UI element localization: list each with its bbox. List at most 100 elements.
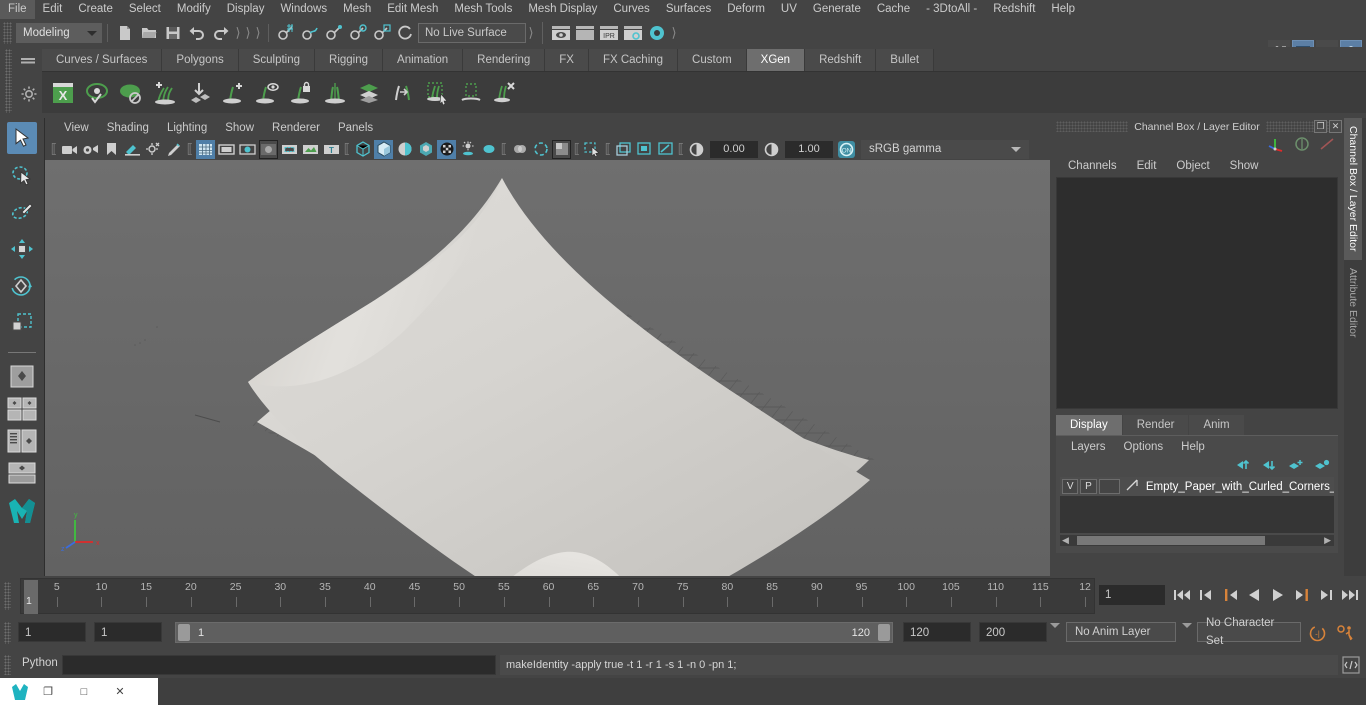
close-window-button[interactable]: ✕ (102, 678, 138, 705)
channel-box-menu-channels[interactable]: Channels (1058, 160, 1127, 172)
auto-keyframe-toggle-icon[interactable]: -| (1308, 624, 1327, 646)
channel-box-menu-show[interactable]: Show (1220, 160, 1269, 172)
shelf-tab-curves-surfaces[interactable]: Curves / Surfaces (42, 49, 163, 71)
grid-toggle-icon[interactable] (196, 139, 215, 159)
render-view-icon[interactable] (550, 22, 572, 44)
viewport-3d-canvas[interactable]: persp y x z (45, 160, 1051, 576)
playback-end-time-field[interactable]: 120 (903, 622, 971, 642)
viewport-menu-show[interactable]: Show (216, 118, 263, 138)
grease-pencil-icon[interactable] (165, 140, 184, 159)
menu-windows[interactable]: Windows (272, 0, 335, 19)
xgen-delete-description-icon[interactable] (488, 75, 522, 111)
xgen-editor-icon[interactable]: X (46, 75, 80, 111)
character-set-dropdown-icon[interactable] (1182, 623, 1192, 640)
xgen-lock-guide-icon[interactable] (284, 75, 318, 111)
manipulator-axis-icon[interactable] (1268, 136, 1286, 155)
save-scene-icon[interactable] (162, 22, 184, 44)
camera-select-icon[interactable] (60, 140, 79, 159)
command-language-label[interactable]: Python (22, 657, 58, 669)
menu-create[interactable]: Create (70, 0, 121, 19)
xgen-groom-transfer-icon[interactable] (386, 75, 420, 111)
select-tool-icon[interactable] (7, 122, 37, 154)
range-start-handle[interactable] (178, 624, 190, 641)
play-forwards-button[interactable] (1268, 584, 1288, 606)
snap-to-grid-icon[interactable] (275, 22, 297, 44)
layer-row[interactable]: V P Empty_Paper_with_Curled_Corners_0 (1060, 477, 1334, 496)
camera-attributes-icon[interactable] (81, 140, 100, 159)
xgen-add-description-icon[interactable] (148, 75, 182, 111)
gate-mask-icon[interactable] (259, 139, 278, 159)
menu-file[interactable]: File (0, 0, 35, 19)
render-expand-icon[interactable]: ⟩ (669, 22, 679, 44)
isolate-select-icon[interactable] (583, 140, 602, 159)
shelf-tab-custom[interactable]: Custom (678, 49, 747, 71)
menu-set-selector[interactable]: Modeling (16, 23, 102, 43)
selection-mask-component-icon[interactable]: ⟩ (253, 22, 263, 44)
layer-editor-menu-options[interactable]: Options (1115, 441, 1173, 453)
snap-to-curve-icon[interactable] (299, 22, 321, 44)
menu-mesh-display[interactable]: Mesh Display (520, 0, 605, 19)
menu-select[interactable]: Select (121, 0, 169, 19)
script-editor-icon[interactable] (1342, 656, 1360, 674)
shelf-tab-animation[interactable]: Animation (383, 49, 464, 71)
range-end-handle[interactable] (878, 624, 890, 641)
xgen-layers-icon[interactable] (352, 75, 386, 111)
scroll-left-arrow-icon[interactable]: ◀ (1062, 535, 1069, 546)
xgen-mirror-guide-icon[interactable] (318, 75, 352, 111)
dock-grip-left[interactable] (1056, 121, 1129, 132)
snap-to-view-planes-icon[interactable] (371, 22, 393, 44)
viewport-menu-shading[interactable]: Shading (98, 118, 158, 138)
layer-editor-tab-render[interactable]: Render (1122, 415, 1189, 435)
go-to-start-button[interactable] (1172, 584, 1192, 606)
xray-joints-icon[interactable] (635, 140, 654, 159)
move-tool-icon[interactable] (7, 233, 37, 265)
new-scene-icon[interactable] (114, 22, 136, 44)
scroll-right-arrow-icon[interactable]: ▶ (1324, 535, 1331, 546)
toggle-visibility-icon[interactable] (1294, 136, 1310, 155)
current-frame-field[interactable]: 1 (1099, 585, 1165, 605)
hypershade-icon[interactable] (646, 22, 668, 44)
undo-icon[interactable] (186, 22, 208, 44)
viewport-menu-panels[interactable]: Panels (329, 118, 382, 138)
layer-list[interactable]: V P Empty_Paper_with_Curled_Corners_0 (1060, 477, 1334, 533)
wireframe-shading-icon[interactable] (353, 140, 372, 159)
menu-surfaces[interactable]: Surfaces (658, 0, 719, 19)
step-back-frame-button[interactable] (1220, 584, 1240, 606)
scale-tool-icon[interactable] (7, 307, 37, 339)
redo-icon[interactable] (210, 22, 232, 44)
two-d-pan-zoom-icon[interactable] (144, 140, 163, 159)
layer-list-horizontal-scrollbar[interactable]: ◀ ▶ (1060, 535, 1334, 546)
render-settings-icon[interactable] (622, 22, 644, 44)
channel-box-menu-object[interactable]: Object (1166, 160, 1219, 172)
color-space-dropdown-icon[interactable] (1003, 139, 1029, 159)
single-perspective-layout-icon[interactable] (7, 363, 37, 391)
undock-icon[interactable]: ❐ (1314, 120, 1327, 133)
menu-uv[interactable]: UV (773, 0, 805, 19)
film-gate-icon[interactable] (217, 140, 236, 159)
move-layer-down-icon[interactable] (1262, 459, 1278, 474)
film-gate-display-icon[interactable] (280, 140, 299, 159)
xray-active-components-icon[interactable] (656, 140, 675, 159)
animation-preferences-icon[interactable] (1336, 624, 1356, 646)
selection-mask-hierarchy-icon[interactable]: ⟩ (233, 22, 243, 44)
anti-alias-icon[interactable] (531, 140, 550, 159)
paint-select-tool-icon[interactable] (7, 196, 37, 228)
step-back-keyframe-button[interactable] (1196, 584, 1216, 606)
open-scene-icon[interactable] (138, 22, 160, 44)
menu-mesh-tools[interactable]: Mesh Tools (446, 0, 520, 19)
shelf-tab-menu-icon[interactable] (20, 54, 36, 66)
shelf-tab-redshift[interactable]: Redshift (805, 49, 877, 71)
shelf-tab-sculpting[interactable]: Sculpting (238, 49, 316, 71)
go-to-end-button[interactable] (1340, 584, 1360, 606)
make-live-icon[interactable] (395, 22, 417, 44)
red-slash-icon[interactable] (1318, 136, 1336, 155)
color-space-field[interactable]: sRGB gamma (861, 139, 1003, 159)
maya-taskbar-icon[interactable] (10, 681, 30, 702)
outliner-persp-layout-icon[interactable] (7, 427, 37, 455)
xgen-select-guide-icon[interactable] (250, 75, 284, 111)
shelf-grip[interactable] (5, 49, 12, 113)
resolution-gate-icon[interactable] (238, 140, 257, 159)
screen-space-ao-icon[interactable] (552, 139, 571, 159)
create-layer-from-selected-icon[interactable] (1314, 459, 1330, 474)
motion-blur-icon[interactable] (510, 140, 529, 159)
